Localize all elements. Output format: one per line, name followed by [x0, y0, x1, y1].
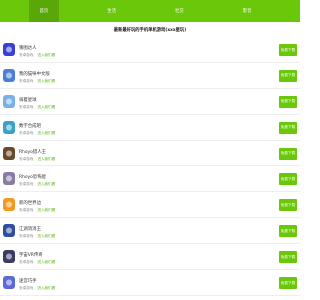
list-item[interactable]: 新的世界边安卓游戏 进入我们看 免费下载 [0, 192, 300, 219]
list-item[interactable]: Rhoyo猎人王 安卓游戏 进入我们看 免费下载 [0, 141, 300, 167]
enter-link[interactable]: 进入我们看 [37, 286, 55, 290]
download-button[interactable]: 免费下载 [279, 121, 297, 134]
app-category: 安卓游戏 [19, 53, 34, 57]
app-name[interactable]: 我的猫咪中文版 [19, 71, 50, 77]
app-category: 安卓游戏 [19, 182, 34, 187]
app-name[interactable]: 江湖消消王 [19, 226, 41, 232]
match-app-icon[interactable] [3, 224, 15, 238]
app-category: 安卓游戏 [19, 104, 34, 109]
horror-app-icon[interactable] [3, 172, 15, 186]
planet-app-icon[interactable] [3, 94, 15, 108]
app-name[interactable]: 数字合成吧 [19, 123, 41, 129]
app-category: 安卓游戏 [19, 208, 34, 213]
enter-link[interactable]: 进入我们看 [37, 157, 55, 161]
world-app-icon[interactable] [3, 198, 15, 212]
app-name[interactable]: 新的世界边 [19, 200, 41, 206]
top-navbar: 首页 生活 社交 影音 [0, 0, 300, 22]
app-category: 安卓游戏 [19, 260, 34, 265]
app-category: 安卓游戏 [19, 78, 34, 83]
app-meta: 安卓游戏 进入我们看 [19, 286, 55, 291]
list-item[interactable]: 迷宫巧手安卓游戏 进入我们看 免费下载 [0, 270, 300, 296]
app-name[interactable]: 宇宙VR传奇 [19, 252, 43, 258]
download-button[interactable]: 免费下载 [279, 251, 297, 264]
download-button[interactable]: 免费下载 [279, 44, 297, 56]
list-item[interactable]: 猜图达人安卓游戏 进入我们看 免费下载 [0, 37, 300, 63]
app-category: 安卓游戏 [19, 156, 34, 161]
number-app-icon[interactable] [3, 120, 15, 134]
app-meta: 安卓游戏 进入我们看 [19, 157, 55, 162]
app-name[interactable]: 猜图达人 [19, 45, 37, 51]
enter-link[interactable]: 进入我们看 [37, 79, 55, 83]
tab-home[interactable]: 首页 [29, 0, 59, 22]
hunter-app-icon[interactable] [3, 146, 15, 160]
app-list: 猜图达人 安卓游戏 进入我们看 免费下载 我的猫咪中文版 安卓游戏 进入我们看 免费下载 骑着星… [0, 37, 300, 296]
app-meta: 安卓游戏 进入我们看 [19, 182, 55, 187]
vr-app-icon[interactable] [3, 250, 15, 264]
enter-link[interactable]: 进入我们看 [37, 131, 55, 135]
download-button[interactable]: 免费下载 [279, 225, 297, 238]
app-name[interactable]: 迷宫巧手 [19, 278, 37, 284]
app-meta: 安卓游戏 进入我们看 [19, 53, 55, 58]
list-item[interactable]: 数字合成吧 安卓游戏 进入我们看 免费下载 [0, 115, 300, 141]
maze-app-icon[interactable] [3, 276, 15, 290]
download-button[interactable]: 免费下载 [279, 173, 297, 186]
download-button[interactable]: 免费下载 [279, 95, 297, 108]
app-meta: 安卓游戏 进入我们看 [19, 234, 55, 239]
app-meta: 安卓游戏 进入我们看 [19, 208, 55, 213]
download-button[interactable]: 免费下载 [279, 277, 297, 290]
page-title: 最新最好玩的手机单机游戏(xxx星玩) [113, 28, 187, 33]
download-button[interactable]: 免费下载 [279, 147, 297, 160]
app-meta: 安卓游戏 进入我们看 [19, 105, 55, 110]
enter-link[interactable]: 进入我们看 [37, 260, 55, 264]
list-item[interactable]: 宇宙VR传奇 安卓游戏 进入我们看 免费下载 [0, 244, 300, 271]
enter-link[interactable]: 进入我们看 [37, 105, 55, 109]
app-name[interactable]: 骑着星球 [19, 97, 37, 103]
enter-link[interactable]: 进入我们看 [37, 234, 55, 238]
app-meta: 安卓游戏 进入我们看 [19, 260, 55, 265]
app-name[interactable]: Rhoyo恐怖屋 [19, 174, 46, 180]
download-button[interactable]: 免费下载 [279, 69, 297, 82]
cat-app-icon[interactable] [3, 68, 15, 82]
tab-media[interactable]: 影音 [232, 0, 262, 22]
enter-link[interactable]: 进入我们看 [37, 53, 55, 57]
app-category: 安卓游戏 [19, 130, 34, 135]
list-item[interactable]: 我的猫咪中文版 安卓游戏 进入我们看 免费下载 [0, 63, 300, 89]
app-category: 安卓游戏 [19, 286, 34, 291]
tab-life[interactable]: 生活 [97, 0, 127, 22]
enter-link[interactable]: 进入我们看 [37, 182, 55, 186]
list-item[interactable]: 江湖消消王安卓游戏 进入我们看 免费下载 [0, 218, 300, 245]
tab-social[interactable]: 社交 [165, 0, 195, 22]
puzzle-app-icon[interactable] [3, 43, 15, 56]
list-item[interactable]: Rhoyo恐怖屋 安卓游戏 进入我们看 免费下载 [0, 166, 300, 193]
app-name[interactable]: Rhoyo猎人王 [19, 149, 46, 155]
download-button[interactable]: 免费下载 [279, 199, 297, 212]
app-meta: 安卓游戏 进入我们看 [19, 131, 55, 136]
app-meta: 安卓游戏 进入我们看 [19, 79, 55, 84]
app-category: 安卓游戏 [19, 234, 34, 239]
enter-link[interactable]: 进入我们看 [37, 208, 55, 212]
list-item[interactable]: 骑着星球 安卓游戏 进入我们看 免费下载 [0, 89, 300, 115]
